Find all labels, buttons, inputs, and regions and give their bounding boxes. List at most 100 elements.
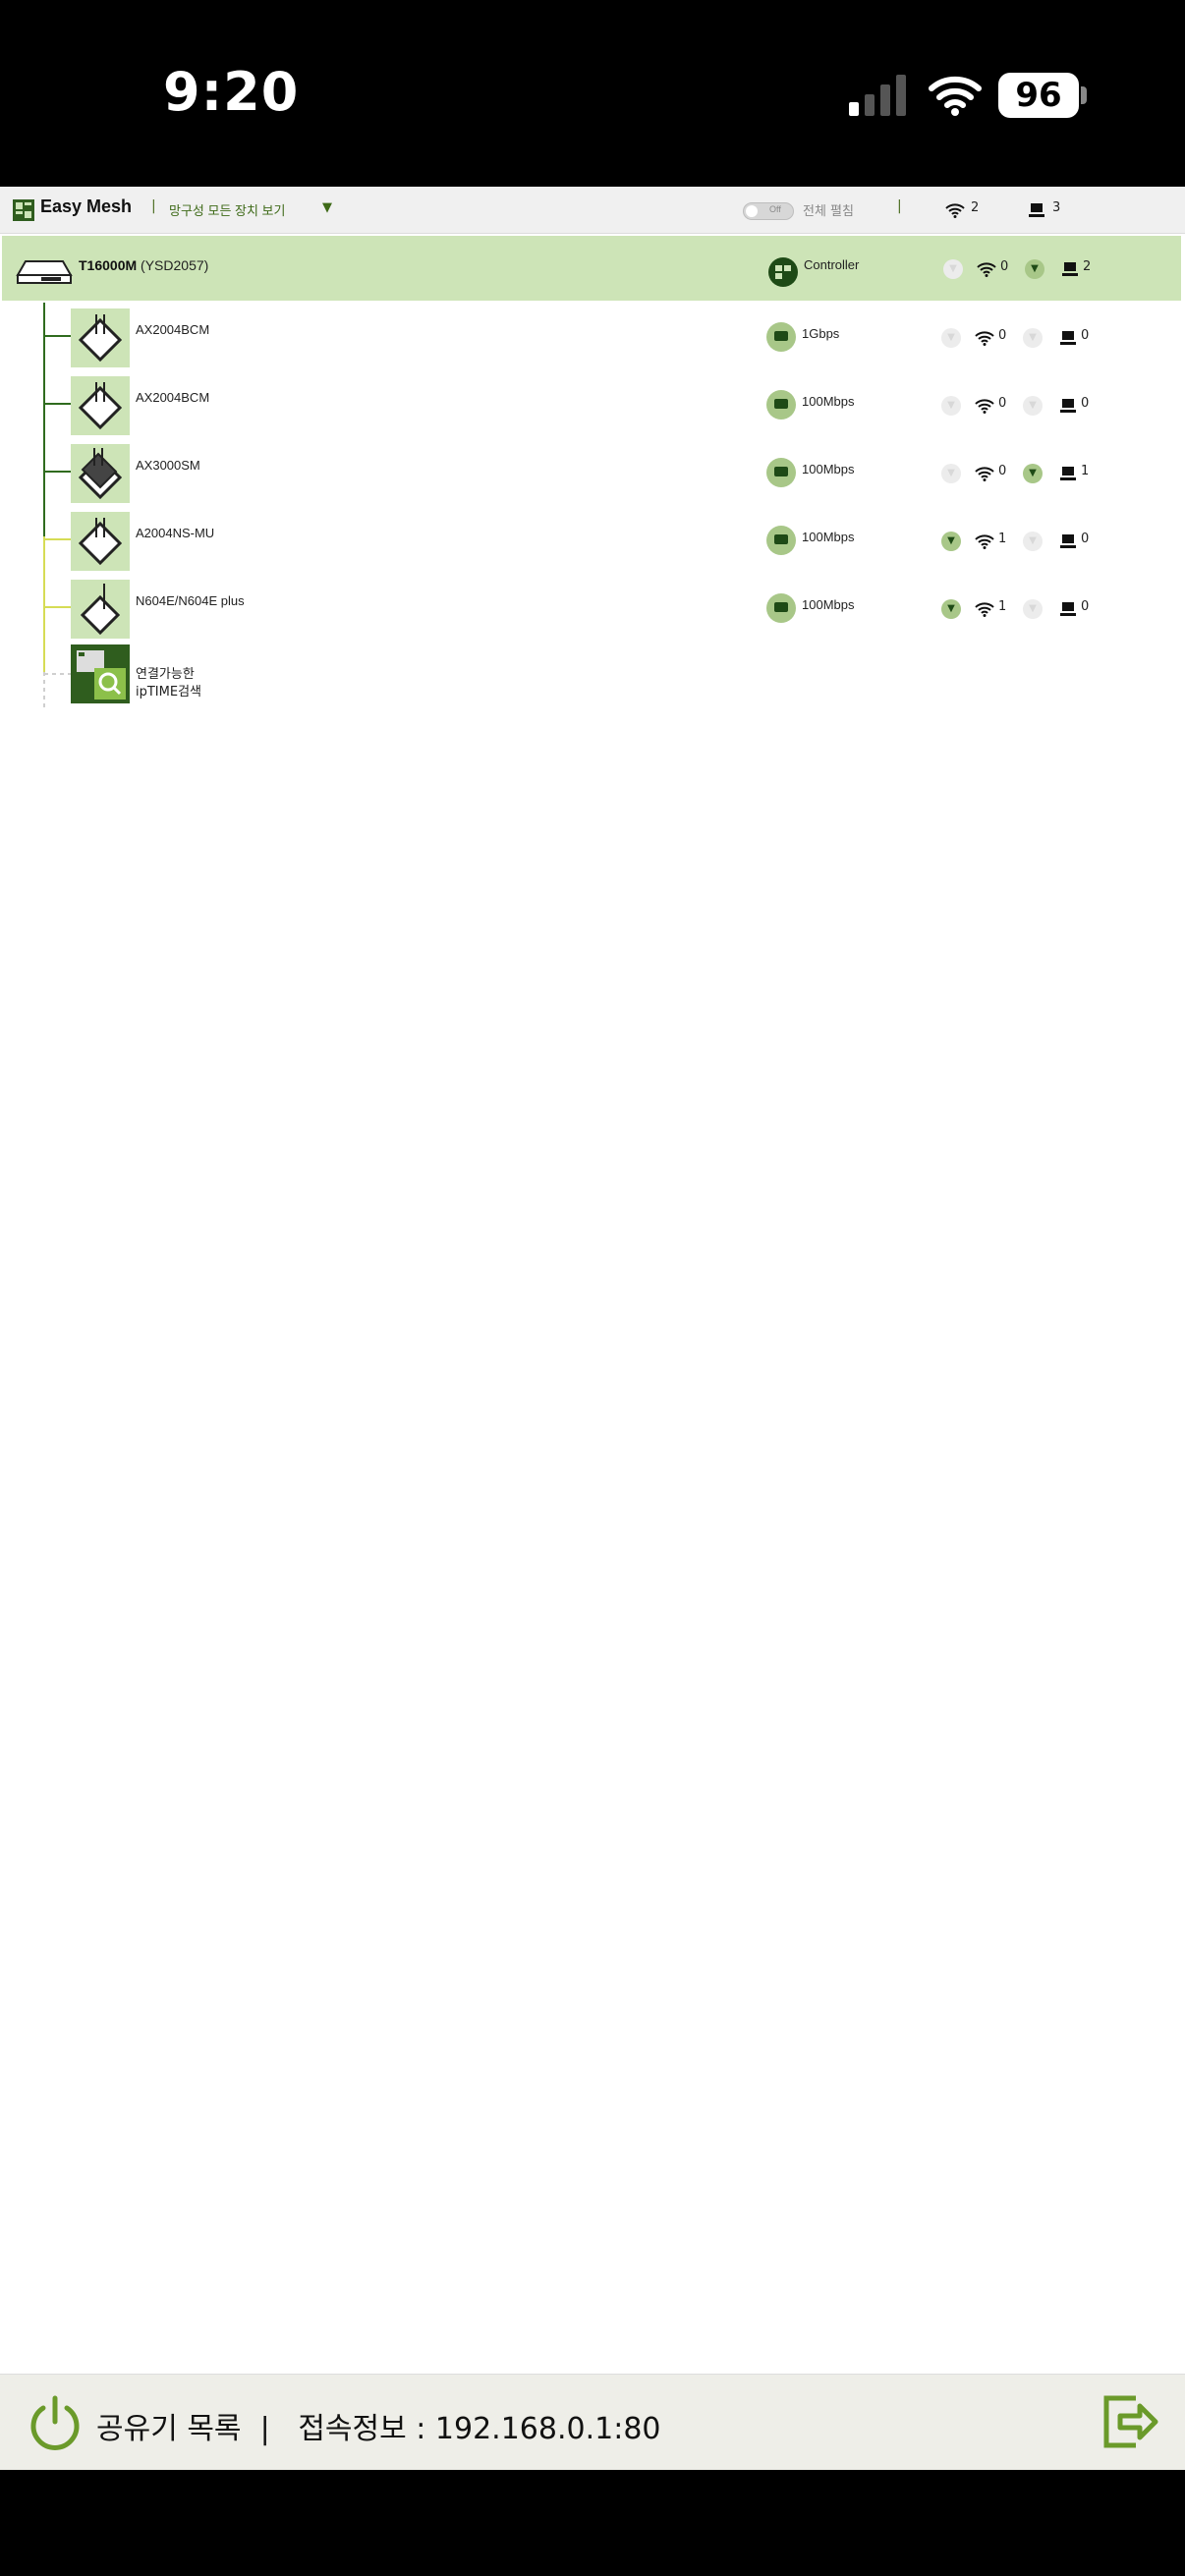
- dropdown-arrow-icon[interactable]: ▼: [322, 200, 332, 215]
- wifi-expand-arrow-icon[interactable]: ▼: [943, 259, 963, 279]
- lan-device-icon: [1060, 399, 1076, 413]
- device-name: AX2004BCM: [136, 322, 210, 337]
- lan-device-icon: [1060, 331, 1076, 345]
- root-connection-label: Controller: [804, 257, 860, 272]
- wired-link-icon: [766, 390, 796, 420]
- wifi-count: 0: [998, 328, 1007, 343]
- search-iptime-label: 연결가능한 ipTIME검색: [136, 666, 201, 701]
- status-time: 9:20: [163, 61, 300, 123]
- router-icon: [16, 260, 73, 284]
- app-title: Easy Mesh: [40, 196, 133, 216]
- lan-expand-arrow-icon[interactable]: ▼: [1023, 532, 1043, 551]
- wifi-expand-arrow-icon[interactable]: ▼: [941, 532, 961, 551]
- wifi-icon: [977, 262, 996, 277]
- controller-icon: [768, 257, 798, 287]
- wifi-icon: [945, 203, 965, 218]
- total-wifi-count: 2: [971, 200, 980, 215]
- root-wifi-count: 0: [1000, 259, 1009, 274]
- cellular-signal-icon: [849, 75, 906, 116]
- root-device-name: T16000M (YSD2057): [79, 257, 208, 273]
- app-header: Easy Mesh | 망구성 모든 장치 보기 ▼ Off 전체 펼침 | 2…: [0, 187, 1185, 234]
- easy-mesh-logo-icon: [13, 199, 34, 221]
- mesh-router-icon: [78, 314, 123, 363]
- wifi-icon: [975, 467, 994, 481]
- wifi-count: 0: [998, 396, 1007, 411]
- power-icon[interactable]: [28, 2392, 83, 2451]
- wifi-count: 1: [998, 532, 1007, 546]
- logout-icon[interactable]: [1100, 2392, 1159, 2451]
- bottom-bar: 공유기 목록 | 접속정보 : 192.168.0.1:80: [0, 2374, 1185, 2470]
- wifi-expand-arrow-icon[interactable]: ▼: [941, 396, 961, 416]
- wired-link-icon: [766, 322, 796, 352]
- search-label-line1: 연결가능한: [136, 667, 195, 682]
- lan-expand-arrow-icon[interactable]: ▼: [1023, 328, 1043, 348]
- mesh-router-icon: [78, 518, 123, 566]
- device-thumbnail: [71, 376, 130, 435]
- wifi-icon: [975, 602, 994, 617]
- device-name: AX2004BCM: [136, 390, 210, 405]
- device-row[interactable]: AX3000SM 100Mbps ▼ 0 ▼ 1: [0, 436, 1185, 503]
- status-bar: 9:20 96: [0, 0, 1185, 187]
- lan-count: 1: [1081, 464, 1090, 478]
- link-speed: 100Mbps: [802, 462, 855, 476]
- mesh-router-icon: [78, 382, 123, 430]
- wired-link-icon: [766, 526, 796, 555]
- device-row[interactable]: AX2004BCM 100Mbps ▼ 0 ▼ 0: [0, 368, 1185, 435]
- lan-count: 0: [1081, 328, 1090, 343]
- lan-device-icon: [1029, 203, 1044, 217]
- lan-expand-arrow-icon[interactable]: ▼: [1023, 464, 1043, 483]
- root-lan-count: 2: [1083, 259, 1092, 274]
- wifi-expand-arrow-icon[interactable]: ▼: [941, 328, 961, 348]
- lan-device-icon: [1060, 602, 1076, 616]
- lan-device-icon: [1062, 262, 1078, 276]
- device-name: N604E/N604E plus: [136, 593, 245, 608]
- wifi-expand-arrow-icon[interactable]: ▼: [941, 464, 961, 483]
- search-iptime-button[interactable]: [71, 644, 130, 703]
- view-mode-select[interactable]: 망구성 모든 장치 보기: [169, 200, 285, 219]
- toggle-state-label: Off: [769, 204, 781, 214]
- toggle-knob: [746, 205, 758, 217]
- lan-device-icon: [1060, 534, 1076, 548]
- device-thumbnail: [71, 512, 130, 571]
- root-device-id: (YSD2057): [141, 257, 209, 273]
- root-device-row[interactable]: T16000M (YSD2057) Controller ▼ 0 ▼ 2: [2, 236, 1181, 301]
- lan-count: 0: [1081, 599, 1090, 614]
- header-separator: |: [151, 198, 156, 214]
- connection-info: 공유기 목록 | 접속정보 : 192.168.0.1:80: [96, 2412, 661, 2446]
- lan-expand-arrow-icon[interactable]: ▼: [1023, 599, 1043, 619]
- wifi-count: 1: [998, 599, 1007, 614]
- lan-device-icon: [1060, 467, 1076, 480]
- search-label-line2: ipTIME검색: [136, 685, 201, 700]
- expand-all-label: 전체 펼침: [803, 204, 854, 219]
- device-name: A2004NS-MU: [136, 526, 215, 540]
- link-speed: 100Mbps: [802, 597, 855, 612]
- device-row[interactable]: AX2004BCM 1Gbps ▼ 0 ▼ 0: [0, 301, 1185, 367]
- device-row[interactable]: A2004NS-MU 100Mbps ▼ 1 ▼ 0: [0, 504, 1185, 571]
- home-indicator-area: [0, 2470, 1185, 2576]
- link-speed: 100Mbps: [802, 530, 855, 544]
- wifi-status-icon: [929, 76, 982, 116]
- wifi-expand-arrow-icon[interactable]: ▼: [941, 599, 961, 619]
- lan-count: 0: [1081, 532, 1090, 546]
- lan-expand-arrow-icon[interactable]: ▼: [1023, 396, 1043, 416]
- device-thumbnail: [71, 580, 130, 639]
- mesh-router-icon: [80, 584, 121, 636]
- wifi-icon: [975, 534, 994, 549]
- device-thumbnail: [71, 308, 130, 367]
- link-speed: 1Gbps: [802, 326, 840, 341]
- battery-indicator: 96: [998, 73, 1079, 118]
- header-separator-2: |: [897, 198, 902, 214]
- device-thumbnail: [71, 444, 130, 503]
- search-icon: [77, 650, 126, 700]
- mesh-router-icon: [78, 448, 123, 500]
- device-row[interactable]: N604E/N604E plus 100Mbps ▼ 1 ▼ 0: [0, 572, 1185, 639]
- expand-all-toggle[interactable]: Off: [743, 202, 794, 220]
- root-device-model: T16000M: [79, 257, 138, 273]
- total-lan-count: 3: [1052, 200, 1061, 215]
- wifi-icon: [975, 399, 994, 414]
- link-speed: 100Mbps: [802, 394, 855, 409]
- lan-expand-arrow-icon[interactable]: ▼: [1025, 259, 1044, 279]
- wifi-icon: [975, 331, 994, 346]
- lan-count: 0: [1081, 396, 1090, 411]
- battery-tip: [1081, 86, 1087, 104]
